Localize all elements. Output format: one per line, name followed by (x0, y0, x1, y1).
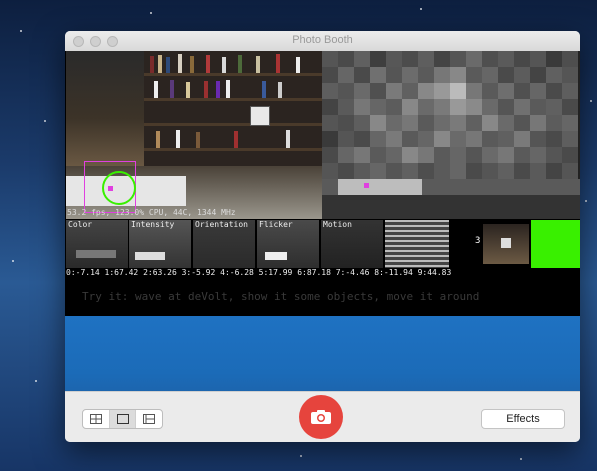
flicker-panel: Flicker (257, 220, 319, 268)
intensity-panel: Intensity (129, 220, 191, 268)
edge-panel (385, 220, 449, 268)
grid-view-icon (89, 414, 102, 424)
preview-background (65, 316, 580, 391)
saliency-map (322, 51, 580, 219)
flicker-panel-label: Flicker (259, 220, 293, 229)
camera-preview[interactable]: 53.2 fps, 123.0% CPU, 44C, 1344 MHz Colo… (65, 51, 580, 391)
take-photo-button[interactable] (299, 395, 343, 439)
layout-mode-selector (82, 409, 163, 429)
motion-panel: Motion (321, 220, 383, 268)
filmstrip-view-icon (143, 414, 156, 424)
green-indicator (531, 220, 580, 268)
channel-values: 0:-7.14 1:67.42 2:63.26 3:-5.92 4:-6.28 … (66, 268, 452, 277)
motion-panel-label: Motion (323, 220, 352, 229)
orientation-panel: Orientation (193, 220, 255, 268)
instruction-text: Try it: wave at deVolt, show it some obj… (82, 290, 480, 303)
intensity-panel-label: Intensity (131, 220, 175, 229)
camera-icon (311, 410, 331, 424)
window-title: Photo Booth (292, 34, 353, 46)
thumbnail-panel: 3 (451, 220, 529, 268)
filmstrip-view-button[interactable] (136, 410, 162, 428)
single-view-button[interactable] (109, 410, 137, 428)
grid-view-button[interactable] (83, 410, 110, 428)
fps-stats: 53.2 fps, 123.0% CPU, 44C, 1344 MHz (67, 208, 236, 217)
color-panel: Color (66, 220, 128, 268)
single-view-icon (116, 414, 129, 424)
marker-number: 3 (475, 236, 481, 246)
orientation-panel-label: Orientation (195, 220, 248, 229)
photo-booth-window: Photo Booth 53.2 fps, 123.0% CPU, 44C, 1… (65, 31, 580, 442)
camera-feed (66, 51, 322, 219)
title-bar: Photo Booth (65, 31, 580, 52)
effects-button[interactable]: Effects (481, 409, 565, 429)
bottom-toolbar: Effects (65, 391, 580, 442)
color-panel-label: Color (68, 220, 93, 229)
